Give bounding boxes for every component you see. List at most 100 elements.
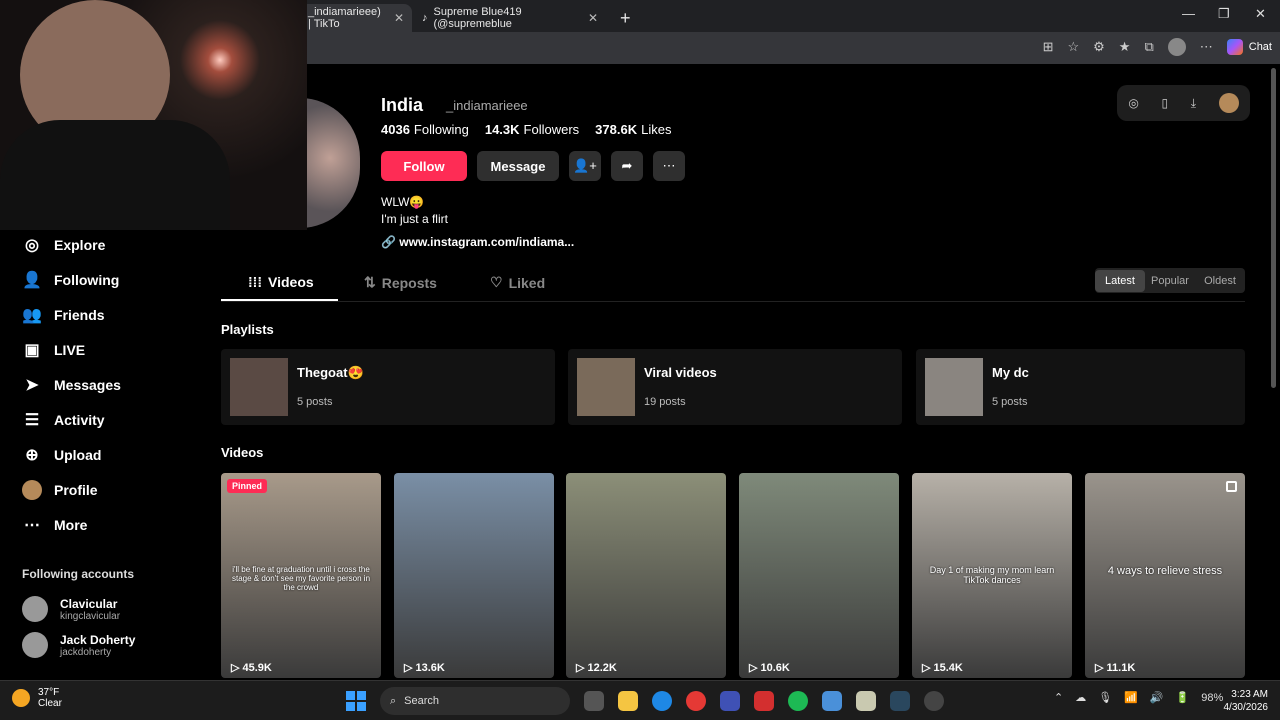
playlist-card[interactable]: My dc 5 posts — [916, 349, 1245, 425]
sidebar-item-more[interactable]: ⋯ More — [22, 515, 87, 535]
profile-picture[interactable] — [300, 98, 360, 228]
account-jack-doherty[interactable]: Jack Doherty jackdoherty — [22, 632, 135, 658]
device-icon[interactable]: ▯ — [1161, 96, 1168, 110]
app-l-icon[interactable] — [754, 691, 774, 711]
add-friend-icon[interactable]: 👤+ — [569, 151, 601, 181]
playlist-thumbnail — [577, 358, 635, 416]
sidebar-item-live[interactable]: ▣ LIVE — [22, 340, 85, 360]
video-card[interactable]: ▷ 10.6K — [739, 473, 899, 678]
playlist-card[interactable]: Viral videos 19 posts — [568, 349, 902, 425]
chat-button[interactable]: Chat — [1226, 39, 1272, 55]
pinned-badge: Pinned — [227, 479, 268, 493]
weather-widget[interactable]: 37°F Clear — [12, 687, 62, 709]
close-tab-icon[interactable]: ✕ — [588, 11, 598, 25]
profile-link[interactable]: 🔗 www.instagram.com/indiama... — [381, 235, 574, 249]
chrome-icon[interactable] — [686, 691, 706, 711]
follow-button[interactable]: Follow — [381, 151, 467, 181]
file-explorer-icon[interactable] — [618, 691, 638, 711]
notepad-icon[interactable] — [822, 691, 842, 711]
video-views: ▷ 10.6K — [749, 662, 790, 674]
chatgpt-icon[interactable] — [924, 691, 944, 711]
sidebar-item-friends[interactable]: 👥 Friends — [22, 305, 105, 325]
close-window-icon[interactable]: ✕ — [1255, 6, 1266, 22]
sidebar-item-label: Upload — [54, 447, 102, 463]
sidebar-item-activity[interactable]: ☰ Activity — [22, 410, 105, 430]
account-handle: kingclavicular — [60, 610, 121, 622]
volume-icon[interactable]: 🔊 — [1150, 691, 1164, 704]
video-card[interactable]: ▷ 12.2K — [566, 473, 726, 678]
stat-followers[interactable]: 14.3K Followers — [485, 122, 579, 137]
video-card[interactable]: Day 1 of making my mom learn TikTok danc… — [912, 473, 1072, 678]
browser-profile-avatar[interactable] — [1167, 38, 1186, 56]
sidebar-item-label: Friends — [54, 307, 105, 323]
weather-condition: Clear — [38, 698, 62, 709]
playlist-count: 19 posts — [644, 396, 686, 408]
tiktok-icon: ♪ — [422, 12, 428, 24]
share-icon[interactable]: ➦ — [611, 151, 643, 181]
more-options-icon[interactable]: ⋯ — [653, 151, 685, 181]
chevron-up-icon[interactable]: ⌃ — [1054, 691, 1063, 704]
favorite-star-icon[interactable]: ☆ — [1067, 39, 1079, 55]
tab-label: Reposts — [381, 274, 437, 291]
sort-oldest[interactable]: Oldest — [1195, 270, 1245, 292]
stat-likes: 378.6K Likes — [595, 122, 671, 137]
stat-label: Followers — [523, 122, 580, 137]
sort-popular[interactable]: Popular — [1145, 270, 1195, 292]
taskbar-clock[interactable]: 3:23 AM 4/30/2026 — [1212, 688, 1269, 714]
video-card[interactable]: ▷ 13.6K — [394, 473, 554, 678]
user-avatar[interactable] — [1218, 93, 1239, 113]
account-name: Clavicular — [60, 596, 118, 611]
extensions-icon[interactable]: ⚙ — [1093, 39, 1105, 55]
favorites-icon[interactable]: ★ — [1119, 39, 1131, 55]
edge-icon[interactable] — [652, 691, 672, 711]
tab-liked[interactable]: ♡ Liked — [490, 274, 545, 291]
wifi-icon[interactable]: 📶 — [1124, 691, 1138, 704]
video-views: ▷ 45.9K — [231, 662, 272, 674]
account-clavicular[interactable]: Clavicular kingclavicular — [22, 596, 120, 622]
compass-icon[interactable]: ◎ — [1128, 96, 1138, 110]
sidebar-item-following[interactable]: 👤 Following — [22, 270, 119, 290]
collections-icon[interactable]: ⧉ — [1144, 39, 1153, 55]
webcam-person-shirt — [0, 120, 230, 230]
steam-icon[interactable] — [890, 691, 910, 711]
sort-latest[interactable]: Latest — [1095, 269, 1145, 292]
activity-icon: ☰ — [24, 412, 40, 429]
browser-tab-supremeblue[interactable]: ♪ Supreme Blue419 (@supremeblue ✕ — [414, 4, 606, 32]
stat-following[interactable]: 4036 Following — [381, 122, 469, 137]
taskbar-search[interactable]: ⌕ Search — [380, 687, 570, 715]
app-icon[interactable] — [856, 691, 876, 711]
store-icon[interactable] — [720, 691, 740, 711]
sidebar-item-messages[interactable]: ➤ Messages — [22, 375, 121, 395]
more-icon: ⋯ — [24, 517, 40, 534]
browser-tab-tiktok-india[interactable]: _indiamarieee) | TikTo ✕ — [300, 4, 412, 32]
close-tab-icon[interactable]: ✕ — [394, 11, 404, 25]
windows-start-icon[interactable] — [346, 691, 366, 711]
more-menu-icon[interactable]: ⋯ — [1200, 39, 1213, 55]
live-icon: ▣ — [24, 342, 40, 359]
spotify-icon[interactable] — [788, 691, 808, 711]
sidebar-item-profile[interactable]: Profile — [22, 480, 98, 500]
tab-reposts[interactable]: ⇅ Reposts — [364, 274, 437, 291]
tab-videos[interactable]: ⁞⁞⁞ Videos — [248, 274, 314, 290]
video-card[interactable]: 4 ways to relieve stress ▷ 11.1K — [1085, 473, 1245, 678]
message-button[interactable]: Message — [477, 151, 559, 181]
task-view-icon[interactable] — [584, 691, 604, 711]
battery-icon[interactable]: 🔋 — [1176, 691, 1190, 704]
search-label: Search — [404, 695, 440, 707]
sidebar-item-label: LIVE — [54, 342, 86, 358]
new-tab-button[interactable]: + — [612, 4, 639, 32]
maximize-icon[interactable]: ❐ — [1218, 6, 1230, 22]
stat-value: 378.6K — [595, 122, 638, 137]
sidebar-item-upload[interactable]: ⊕ Upload — [22, 445, 101, 465]
video-views: ▷ 13.6K — [404, 662, 445, 674]
download-icon[interactable]: ⤓ — [1191, 96, 1196, 111]
scrollbar[interactable] — [1271, 68, 1276, 388]
microphone-icon[interactable]: 🎙 — [1098, 691, 1112, 704]
sidebar-item-label: More — [54, 517, 88, 533]
sidebar-item-explore[interactable]: ◎ Explore — [22, 235, 105, 255]
playlist-card[interactable]: Thegoat😍 5 posts — [221, 349, 555, 425]
minimize-icon[interactable]: — — [1182, 6, 1195, 21]
onedrive-icon[interactable]: ☁ — [1075, 691, 1086, 704]
video-card[interactable]: Pinned i'll be fine at graduation until … — [221, 473, 381, 678]
app-available-icon[interactable]: ⊞ — [1043, 39, 1054, 55]
